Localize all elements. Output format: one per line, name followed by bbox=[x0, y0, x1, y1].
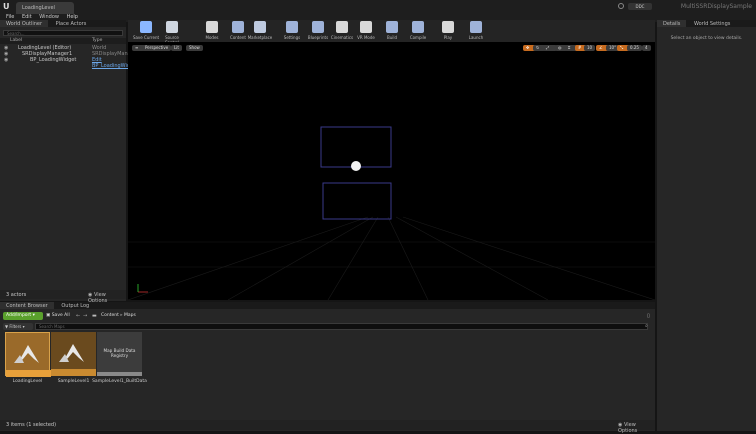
source-control-icon[interactable] bbox=[618, 3, 624, 9]
breadcrumb: Content ▸ Maps bbox=[101, 313, 136, 318]
add-import-label: Add/Import bbox=[6, 313, 32, 318]
save-all-label: Save All bbox=[51, 313, 70, 318]
scale-snap-value[interactable]: 0.25 bbox=[627, 45, 642, 51]
item-count: 3 items (1 selected) bbox=[6, 422, 57, 428]
asset-tile-builtdata[interactable]: Map Build Data Registry bbox=[97, 332, 142, 376]
toolbar-marketplace-icon bbox=[254, 21, 266, 33]
actor-count: 3 actors bbox=[6, 292, 27, 298]
details-panel: Details World Settings Select an object … bbox=[657, 20, 756, 431]
toolbar-button-label: Settings bbox=[283, 35, 301, 40]
floor-grid bbox=[128, 216, 655, 300]
camera-speed-button[interactable]: 4 bbox=[642, 45, 651, 51]
toolbar-button-label: Compile bbox=[409, 35, 427, 40]
level-tab[interactable]: LoadingLevel bbox=[16, 2, 74, 14]
title-bar: U LoadingLevel DDC MultiSSRDisplaySample bbox=[0, 0, 756, 14]
col-label[interactable]: Label bbox=[10, 38, 22, 43]
toolbar-source-control-icon bbox=[166, 21, 178, 33]
asset-tile-samplelevel1[interactable] bbox=[51, 332, 96, 376]
toolbar-vr-mode-icon bbox=[360, 21, 372, 33]
unreal-logo-icon[interactable]: U bbox=[3, 2, 11, 11]
toolbar-marketplace-button[interactable]: Marketplace bbox=[246, 21, 274, 40]
world-outliner-panel: World Outliner Place Actors Search... La… bbox=[0, 20, 139, 304]
viewport-scene bbox=[128, 126, 655, 300]
content-search-input[interactable]: Search Maps bbox=[35, 323, 648, 330]
save-icon: ▣ bbox=[46, 313, 51, 318]
save-all-button[interactable]: ▣ Save All bbox=[46, 312, 72, 320]
level-tab-label: LoadingLevel bbox=[22, 5, 55, 11]
display-frame-lower[interactable] bbox=[322, 182, 392, 220]
lit-button[interactable]: Lit bbox=[171, 45, 182, 51]
asset-type-bar bbox=[97, 372, 142, 376]
toolbar-settings-icon bbox=[286, 21, 298, 33]
back-arrow-icon[interactable]: ← bbox=[76, 312, 80, 320]
lock-icon[interactable]: ▯ bbox=[647, 313, 650, 319]
outliner-row-label: BP_LoadingWidget bbox=[30, 57, 77, 63]
toolbar-cinematics-icon bbox=[336, 21, 348, 33]
asset-tile-loadinglevel[interactable] bbox=[5, 332, 51, 377]
breadcrumb-content[interactable]: Content bbox=[101, 313, 119, 318]
sphere-actor[interactable] bbox=[351, 161, 361, 171]
tab-world-settings[interactable]: World Settings bbox=[688, 20, 736, 27]
toolbar-button-label: Save Current bbox=[132, 35, 160, 40]
toolbar-compile-icon bbox=[412, 21, 424, 33]
outliner-search-input[interactable]: Search... bbox=[3, 30, 123, 36]
outliner-header: Label Type bbox=[0, 38, 126, 44]
filters-label: Filters bbox=[9, 324, 22, 329]
toolbar-settings-button[interactable]: Settings bbox=[278, 21, 306, 40]
toolbar-save-current-button[interactable]: Save Current bbox=[132, 21, 160, 40]
tab-details[interactable]: Details bbox=[657, 20, 687, 27]
toolbar-button-label: Build bbox=[386, 35, 398, 40]
breadcrumb-maps[interactable]: Maps bbox=[124, 313, 136, 318]
cb-view-options-button[interactable]: ◉ View Options bbox=[618, 422, 655, 434]
details-tabbar: Details World Settings bbox=[657, 20, 756, 27]
search-icon: ⌕ bbox=[645, 323, 648, 329]
project-name: MultiSSRDisplaySample bbox=[680, 3, 752, 10]
show-button[interactable]: Show bbox=[186, 45, 203, 51]
asset-thumb-text: Map Build Data Registry bbox=[103, 348, 136, 358]
content-browser-tabbar: Content Browser Output Log bbox=[0, 302, 655, 309]
toolbar-vr-mode-button[interactable]: VR Mode bbox=[352, 21, 380, 40]
toolbar-button-label: Marketplace bbox=[247, 35, 273, 40]
filters-button[interactable]: ▼ Filters ▾ bbox=[3, 323, 33, 330]
toolbar-modes-button[interactable]: Modes bbox=[198, 21, 226, 40]
col-type[interactable]: Type bbox=[92, 38, 102, 43]
tab-world-outliner[interactable]: World Outliner bbox=[0, 20, 49, 27]
ddc-badge: DDC bbox=[628, 3, 652, 10]
tab-output-log[interactable]: Output Log bbox=[55, 302, 95, 309]
toolbar-content-icon bbox=[232, 21, 244, 33]
toolbar-launch-button[interactable]: Launch bbox=[462, 21, 490, 40]
toolbar-button-label: Launch bbox=[468, 35, 484, 40]
content-browser-footer: 3 items (1 selected) ◉ View Options bbox=[0, 420, 655, 434]
axis-gizmo-icon bbox=[137, 284, 148, 293]
outliner-tabbar: World Outliner Place Actors bbox=[0, 20, 126, 27]
map-thumbnail-icon bbox=[51, 344, 96, 376]
grid-snap-value[interactable]: 10 bbox=[584, 45, 596, 51]
toolbar-play-button[interactable]: Play bbox=[434, 21, 462, 40]
forward-arrow-icon[interactable]: → bbox=[83, 312, 87, 320]
visibility-eye-icon[interactable]: ◉ bbox=[4, 57, 8, 63]
main-toolbar: Save CurrentSource ControlModesContentMa… bbox=[128, 20, 655, 45]
asset-label: SampleLevel1_BuiltData bbox=[92, 379, 147, 384]
toolbar-modes-icon bbox=[206, 21, 218, 33]
level-viewport[interactable]: ≡ Perspective Lit Show ✥ ↻ ⤢ ◍ ⌗ # 10 ∠ … bbox=[128, 42, 655, 300]
details-empty-text: Select an object to view details. bbox=[670, 36, 743, 41]
toolbar-save-current-icon bbox=[140, 21, 152, 33]
toolbar-launch-icon bbox=[470, 21, 482, 33]
toolbar-build-button[interactable]: Build bbox=[378, 21, 406, 40]
toolbar-button-label: Modes bbox=[205, 35, 219, 40]
toolbar-compile-button[interactable]: Compile bbox=[404, 21, 432, 40]
tab-place-actors[interactable]: Place Actors bbox=[50, 20, 93, 27]
map-thumbnail-icon bbox=[6, 345, 51, 377]
toolbar-button-label: VR Mode bbox=[357, 35, 375, 40]
toolbar-build-icon bbox=[386, 21, 398, 33]
folder-icon: ▬ bbox=[92, 313, 97, 319]
outliner-footer: 3 actors ◉ View Options bbox=[0, 290, 126, 304]
toolbar-blueprints-icon bbox=[312, 21, 324, 33]
toolbar-play-icon bbox=[442, 21, 454, 33]
tab-content-browser[interactable]: Content Browser bbox=[0, 302, 54, 309]
perspective-button[interactable]: Perspective bbox=[142, 45, 172, 51]
outliner-row[interactable]: ◉ BP_LoadingWidget Edit BP_LoadingWidget bbox=[0, 57, 138, 69]
toolbar-button-label: Play bbox=[443, 35, 453, 40]
add-import-button[interactable]: Add/Import ▾ bbox=[3, 312, 43, 320]
